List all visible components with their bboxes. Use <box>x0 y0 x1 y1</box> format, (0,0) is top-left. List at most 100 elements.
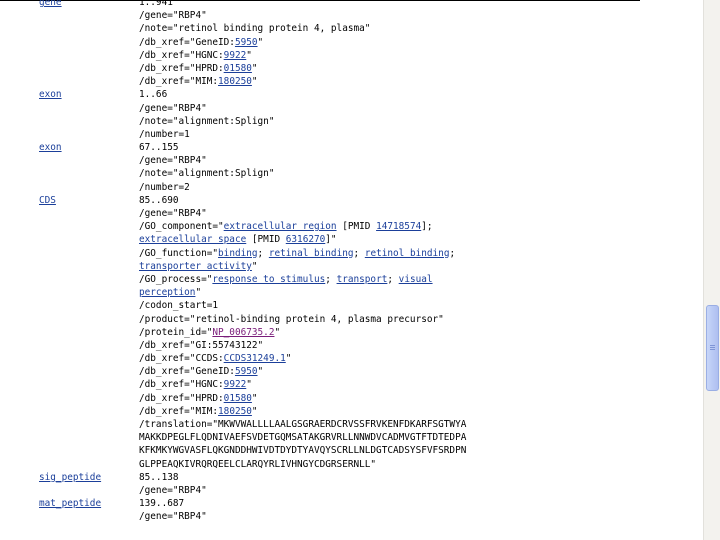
xref-link[interactable]: transporter activity <box>139 261 252 272</box>
record-line: extracellular space [PMID 6316270]" <box>0 233 703 246</box>
xref-link[interactable]: 180250 <box>218 406 252 417</box>
qualifier-text: 1..941 <box>139 0 173 8</box>
xref-link[interactable]: visual <box>399 274 433 285</box>
qualifier-text: /number=1 <box>139 128 190 140</box>
qualifier-text: KFKMKYWGVASFLQKGNDDHWIVDTDYDTYAVQYSCRLLN… <box>139 445 467 457</box>
feature-value: MAKKDPEGLFLQDNIVAEFSVDETGQMSATAKGRVRLLNN… <box>139 431 466 444</box>
qualifier-text: ; <box>257 247 269 259</box>
feature-value: /gene="RBP4" <box>139 484 207 497</box>
qualifier-text: " <box>251 260 258 272</box>
feature-value: /note="alignment:Splign" <box>139 167 274 180</box>
feature-value: 139..687 <box>139 497 184 510</box>
feature-key-link[interactable]: mat_peptide <box>39 497 101 510</box>
qualifier-text: /note="retinol binding protein 4, plasma… <box>139 23 371 35</box>
record-line: /gene="RBP4" <box>0 154 703 167</box>
qualifier-text: /db_xref="CCDS: <box>139 353 224 365</box>
xref-link[interactable]: 01580 <box>224 393 252 404</box>
record-line: /gene="RBP4" <box>0 484 703 497</box>
qualifier-text: /note="alignment:Splign" <box>139 115 275 127</box>
feature-value: /note="retinol binding protein 4, plasma… <box>139 22 370 35</box>
feature-value: perception" <box>139 286 201 299</box>
feature-value: 1..66 <box>139 88 167 101</box>
record-line: MAKKDPEGLFLQDNIVAEFSVDETGQMSATAKGRVRLLNN… <box>0 431 703 444</box>
feature-value: /translation="MKWVWALLLLAALGSGRAERDCRVSS… <box>139 418 466 431</box>
qualifier-text: /gene="RBP4" <box>139 208 207 219</box>
qualifier-text: " <box>246 379 252 391</box>
qualifier-text: GLPPEAQKIVRQRQEELCLARQYRLIVHNGYCDGRSERNL… <box>139 458 377 470</box>
record-line: /note="alignment:Splign" <box>0 115 703 128</box>
feature-value: /gene="RBP4" <box>139 9 207 22</box>
feature-key-link[interactable]: exon <box>39 88 62 101</box>
feature-value: /db_xref="GI:55743122" <box>139 339 263 352</box>
xref-link[interactable]: transport <box>337 274 388 285</box>
feature-value: /gene="RBP4" <box>139 510 207 523</box>
xref-link[interactable]: extracellular region <box>224 221 337 232</box>
grip-line <box>710 347 715 348</box>
xref-link[interactable]: extracellular space <box>139 234 246 245</box>
qualifier-text: 1..66 <box>139 89 168 101</box>
feature-key-link[interactable]: exon <box>39 141 62 154</box>
feature-value: /db_xref="HGNC:9922" <box>139 378 252 391</box>
record-line: /number=2 <box>0 181 703 194</box>
feature-value: /db_xref="HPRD:01580" <box>139 62 258 75</box>
record-line: mat_peptide 139..687 <box>0 497 703 510</box>
qualifier-text: /db_xref="GI:55743122" <box>139 339 264 351</box>
xref-link[interactable]: 6316270 <box>286 234 326 245</box>
qualifier-text: " <box>246 49 252 61</box>
xref-link[interactable]: CCDS31249.1 <box>224 353 286 364</box>
xref-link[interactable]: 9922 <box>224 50 247 61</box>
qualifier-text: " <box>285 353 292 365</box>
qualifier-text: /db_xref="HPRD: <box>139 62 224 74</box>
xref-link[interactable]: response to stimulus <box>212 274 325 285</box>
feature-key-link[interactable]: gene <box>39 0 62 9</box>
qualifier-text: ; <box>387 273 399 285</box>
feature-value: extracellular space [PMID 6316270]" <box>139 233 337 246</box>
xref-link[interactable]: 180250 <box>218 76 252 87</box>
scrollbar-thumb[interactable] <box>706 305 719 391</box>
qualifier-text: /gene="RBP4" <box>139 511 207 523</box>
xref-link[interactable]: 5950 <box>235 366 258 377</box>
xref-link[interactable]: 14718574 <box>376 221 421 232</box>
qualifier-text: ; <box>449 247 456 259</box>
feature-value: /number=2 <box>139 181 190 194</box>
qualifier-text: /db_xref="HPRD: <box>139 392 224 404</box>
feature-value: /product="retinol-binding protein 4, pla… <box>139 313 444 326</box>
record-line: /db_xref="GeneID:5950" <box>0 36 703 49</box>
xref-link[interactable]: 5950 <box>235 37 258 48</box>
record-line: /db_xref="HPRD:01580" <box>0 392 703 405</box>
qualifier-text: /db_xref="GeneID: <box>139 366 235 378</box>
qualifier-text: ; <box>325 273 337 285</box>
xref-link[interactable]: retinal binding <box>269 248 354 259</box>
qualifier-text: [PMID <box>336 221 377 233</box>
qualifier-text: /db_xref="HGNC: <box>139 49 224 61</box>
feature-key-link[interactable]: CDS <box>39 194 56 207</box>
xref-link[interactable]: 01580 <box>224 63 252 74</box>
qualifier-text: 85..690 <box>139 194 179 206</box>
qualifier-text: /GO_component=" <box>139 221 224 233</box>
xref-link[interactable]: binding <box>218 248 258 259</box>
feature-value: /GO_process="response to stimulus; trans… <box>139 273 433 286</box>
xref-link[interactable]: perception <box>139 287 195 298</box>
genbank-record-view: gene 1..941/gene="RBP4"/note="retinol bin… <box>0 0 703 540</box>
vertical-scrollbar[interactable] <box>703 0 720 540</box>
feature-value: 85..690 <box>139 194 179 207</box>
record-line: sig_peptide 85..138 <box>0 471 703 484</box>
feature-value: /db_xref="GeneID:5950" <box>139 365 263 378</box>
qualifier-text: ; <box>353 247 365 259</box>
feature-value: /db_xref="MIM:180250" <box>139 75 258 88</box>
record-line: /GO_component="extracellular region [PMI… <box>0 220 703 233</box>
feature-value: /GO_function="binding; retinal binding; … <box>139 247 455 260</box>
record-line: /db_xref="MIM:180250" <box>0 75 703 88</box>
xref-link[interactable]: retinol binding <box>365 248 450 259</box>
feature-key-link[interactable]: sig_peptide <box>39 471 101 484</box>
qualifier-text: /product="retinol-binding protein 4, pla… <box>139 313 444 325</box>
record-line: /gene="RBP4" <box>0 207 703 220</box>
xref-link[interactable]: 9922 <box>224 379 247 390</box>
feature-value: /db_xref="HGNC:9922" <box>139 49 252 62</box>
record-line: /gene="RBP4" <box>0 9 703 22</box>
feature-value: /db_xref="CCDS:CCDS31249.1" <box>139 352 291 365</box>
record-line: CDS 85..690 <box>0 194 703 207</box>
xref-link[interactable]: NP_006735.2 <box>212 327 274 338</box>
qualifier-text: " <box>257 366 264 378</box>
qualifier-text: /number=2 <box>139 181 190 193</box>
